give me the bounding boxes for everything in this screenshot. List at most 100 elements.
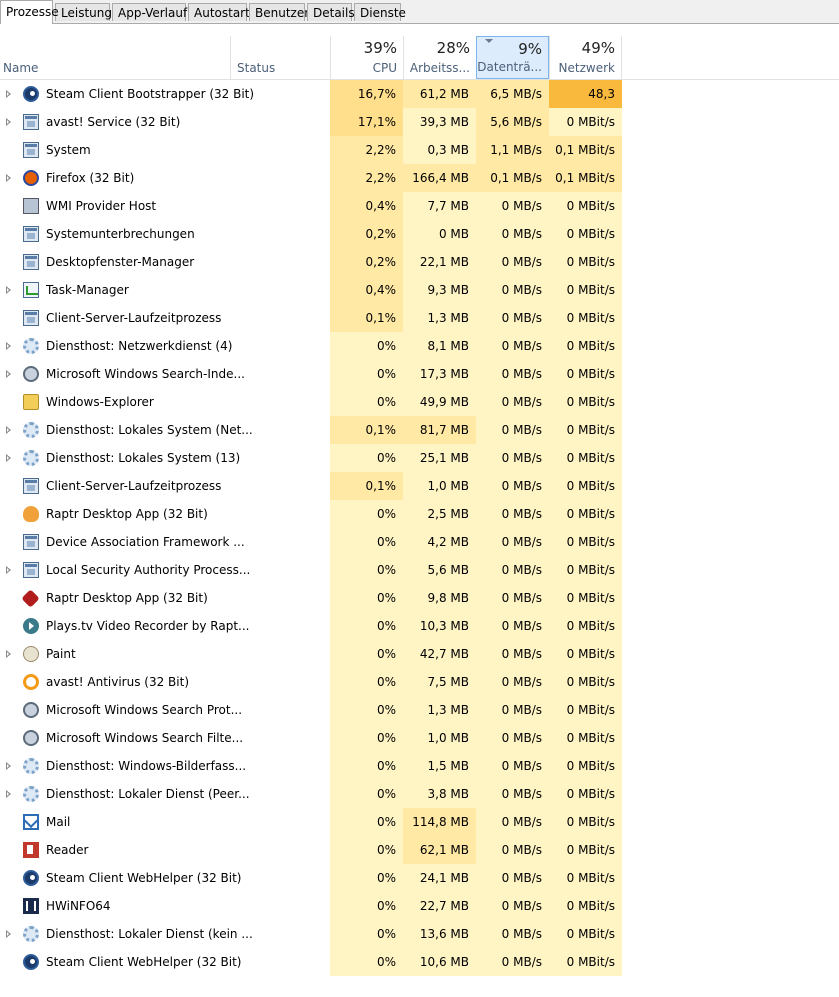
process-name: Diensthost: Netzwerkdienst (4) <box>46 339 233 353</box>
process-name: Client-Server-Laufzeitprozess <box>46 311 222 325</box>
mail-icon <box>23 814 39 830</box>
network-value: 0 MBit/s <box>549 948 622 976</box>
expand-chevron-icon[interactable] <box>6 762 11 770</box>
table-row[interactable]: Raptr Desktop App (32 Bit) 0% 9,8 MB 0 MB/s… <box>0 584 839 612</box>
network-value: 0 MBit/s <box>549 444 622 472</box>
column-header-network-label: Netzwerk <box>558 61 615 75</box>
memory-value: 62,1 MB <box>403 836 476 864</box>
disk-value: 1,1 MB/s <box>476 136 549 164</box>
network-value: 0 MBit/s <box>549 248 622 276</box>
process-name: Microsoft Windows Search Prot... <box>46 703 243 717</box>
table-row[interactable]: Systemunterbrechungen 0,2% 0 MB 0 MB/s 0 MBi… <box>0 220 839 248</box>
table-row[interactable]: Steam Client WebHelper (32 Bit) 0% 24,1 MB… <box>0 864 839 892</box>
cpu-value: 0% <box>330 584 403 612</box>
expand-chevron-icon[interactable] <box>6 650 11 658</box>
memory-value: 2,5 MB <box>403 500 476 528</box>
expand-chevron-icon[interactable] <box>6 930 11 938</box>
table-row[interactable]: Client-Server-Laufzeitprozess 0,1% 1,0 MB 0… <box>0 472 839 500</box>
avast-icon <box>23 674 39 690</box>
disk-value: 0 MB/s <box>476 892 549 920</box>
table-row[interactable]: Desktopfenster-Manager 0,2% 22,1 MB 0 MB/s 0… <box>0 248 839 276</box>
table-row[interactable]: Microsoft Windows Search Filte... 0% 1,0 M… <box>0 724 839 752</box>
table-row[interactable]: System 2,2% 0,3 MB 1,1 MB/s 0,1 MBit/s <box>0 136 839 164</box>
column-header-status[interactable]: Status <box>230 36 330 79</box>
table-row[interactable]: avast! Service (32 Bit) 17,1% 39,3 MB 5,6 M… <box>0 108 839 136</box>
network-value: 0 MBit/s <box>549 780 622 808</box>
column-header-cpu[interactable]: 39% CPU <box>330 36 403 79</box>
memory-value: 13,6 MB <box>403 920 476 948</box>
tab-prozesse[interactable]: Prozesse <box>0 0 59 24</box>
process-name: Diensthost: Lokaler Dienst (Peer... <box>46 787 250 801</box>
cpu-value: 0% <box>330 808 403 836</box>
memory-value: 0,3 MB <box>403 136 476 164</box>
process-name: HWiNFO64 <box>46 899 111 913</box>
expand-chevron-icon[interactable] <box>6 90 11 98</box>
process-list: Steam Client Bootstrapper (32 Bit) 16,7% 6… <box>0 80 839 976</box>
network-value: 0 MBit/s <box>549 276 622 304</box>
firefox-icon <box>23 170 39 186</box>
steam-icon <box>23 870 39 886</box>
table-row[interactable]: Diensthost: Lokaler Dienst (kein ... 0% 13… <box>0 920 839 948</box>
table-row[interactable]: Microsoft Windows Search-Inde... 0% 17,3 M… <box>0 360 839 388</box>
disk-value: 0 MB/s <box>476 528 549 556</box>
table-row[interactable]: HWiNFO64 0% 22,7 MB 0 MB/s 0 MBit/s <box>0 892 839 920</box>
expand-chevron-icon[interactable] <box>6 342 11 350</box>
memory-value: 24,1 MB <box>403 864 476 892</box>
tab-dienste[interactable]: Dienste <box>354 3 406 21</box>
tab-details[interactable]: Details <box>307 3 355 21</box>
table-row[interactable]: Mail 0% 114,8 MB 0 MB/s 0 MBit/s <box>0 808 839 836</box>
expand-chevron-icon[interactable] <box>6 454 11 462</box>
expand-chevron-icon[interactable] <box>6 118 11 126</box>
expand-chevron-icon[interactable] <box>6 370 11 378</box>
table-row[interactable]: Steam Client WebHelper (32 Bit) 0% 10,6 MB… <box>0 948 839 976</box>
memory-value: 7,5 MB <box>403 668 476 696</box>
table-row[interactable]: avast! Antivirus (32 Bit) 0% 7,5 MB 0 MB/s 0… <box>0 668 839 696</box>
expand-chevron-icon[interactable] <box>6 174 11 182</box>
table-row[interactable]: Device Association Framework ... 0% 4,2 MB… <box>0 528 839 556</box>
column-header-disk[interactable]: 9% Datenträ... <box>476 36 549 79</box>
tab-leistung[interactable]: Leistung <box>55 3 112 21</box>
table-row[interactable]: Diensthost: Windows-Bilderfass... 0% 1,5 M… <box>0 752 839 780</box>
table-row[interactable]: Microsoft Windows Search Prot... 0% 1,3 MB… <box>0 696 839 724</box>
table-row[interactable]: Reader 0% 62,1 MB 0 MB/s 0 MBit/s <box>0 836 839 864</box>
column-header-memory[interactable]: 28% Arbeitss... <box>403 36 476 79</box>
tab-autostart[interactable]: Autostart <box>188 3 250 21</box>
expand-chevron-icon[interactable] <box>6 426 11 434</box>
table-row[interactable]: Steam Client Bootstrapper (32 Bit) 16,7% 6… <box>0 80 839 129</box>
expand-chevron-icon[interactable] <box>6 566 11 574</box>
table-row[interactable]: Client-Server-Laufzeitprozess 0,1% 1,3 MB 0… <box>0 304 839 332</box>
disk-value: 0 MB/s <box>476 836 549 864</box>
table-row[interactable]: Diensthost: Lokaler Dienst (Peer... 0% 3,8… <box>0 780 839 808</box>
table-row[interactable]: Diensthost: Lokales System (13) 0% 25,1 MB… <box>0 444 839 472</box>
search-indexer-icon <box>23 730 39 746</box>
tab-benutzer[interactable]: Benutzer <box>249 3 309 21</box>
table-row[interactable]: WMI Provider Host 0,4% 7,7 MB 0 MB/s 0 MBit/… <box>0 192 839 220</box>
expand-chevron-icon[interactable] <box>6 790 11 798</box>
table-row[interactable]: Diensthost: Lokales System (Net... 0,1% 81… <box>0 416 839 444</box>
process-name: Steam Client Bootstrapper (32 Bit) <box>46 87 255 101</box>
raptr-red-icon <box>21 589 40 608</box>
table-row[interactable]: Plays.tv Video Recorder by Rapt... 0% 10,3… <box>0 612 839 640</box>
tab-app-verlauf[interactable]: App-Verlauf <box>112 3 187 21</box>
column-header-name[interactable]: Name <box>0 36 230 79</box>
memory-value: 1,3 MB <box>403 696 476 724</box>
table-row[interactable]: Firefox (32 Bit) 2,2% 166,4 MB 0,1 MB/s 0,1 … <box>0 164 839 192</box>
network-value: 0 MBit/s <box>549 640 622 668</box>
table-row[interactable]: Local Security Authority Process... 0% 5,6… <box>0 556 839 584</box>
disk-value: 6,5 MB/s <box>476 80 549 108</box>
table-row[interactable]: Task-Manager 0,4% 9,3 MB 0 MB/s 0 MBit/s <box>0 276 839 304</box>
table-row[interactable]: Diensthost: Netzwerkdienst (4) 0% 8,1 MB 0 … <box>0 332 839 360</box>
network-value: 0 MBit/s <box>549 892 622 920</box>
table-row[interactable]: Windows-Explorer 0% 49,9 MB 0 MB/s 0 MBit/s <box>0 388 839 416</box>
disk-value: 0 MB/s <box>476 948 549 976</box>
table-row[interactable]: Raptr Desktop App (32 Bit) 0% 2,5 MB 0 MB/s… <box>0 500 839 528</box>
network-value: 0 MBit/s <box>549 360 622 388</box>
process-name: Systemunterbrechungen <box>46 227 195 241</box>
table-row[interactable]: Paint 0% 42,7 MB 0 MB/s 0 MBit/s <box>0 640 839 668</box>
expand-chevron-icon[interactable] <box>6 286 11 294</box>
memory-value: 4,2 MB <box>403 528 476 556</box>
disk-value: 0 MB/s <box>476 612 549 640</box>
process-name: System <box>46 143 91 157</box>
column-header-network[interactable]: 49% Netzwerk <box>549 36 622 79</box>
cpu-value: 0% <box>330 864 403 892</box>
